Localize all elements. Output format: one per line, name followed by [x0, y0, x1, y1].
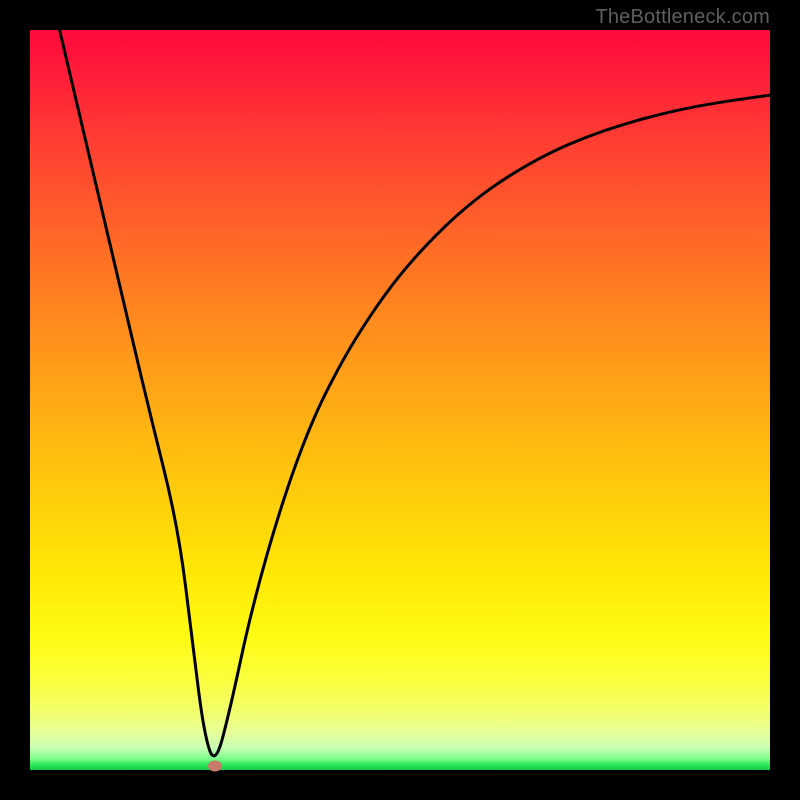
bottleneck-curve: [30, 30, 770, 770]
chart-frame: TheBottleneck.com: [0, 0, 800, 800]
minimum-marker: [208, 761, 222, 772]
watermark-text: TheBottleneck.com: [595, 6, 770, 29]
plot-area: [30, 30, 770, 770]
